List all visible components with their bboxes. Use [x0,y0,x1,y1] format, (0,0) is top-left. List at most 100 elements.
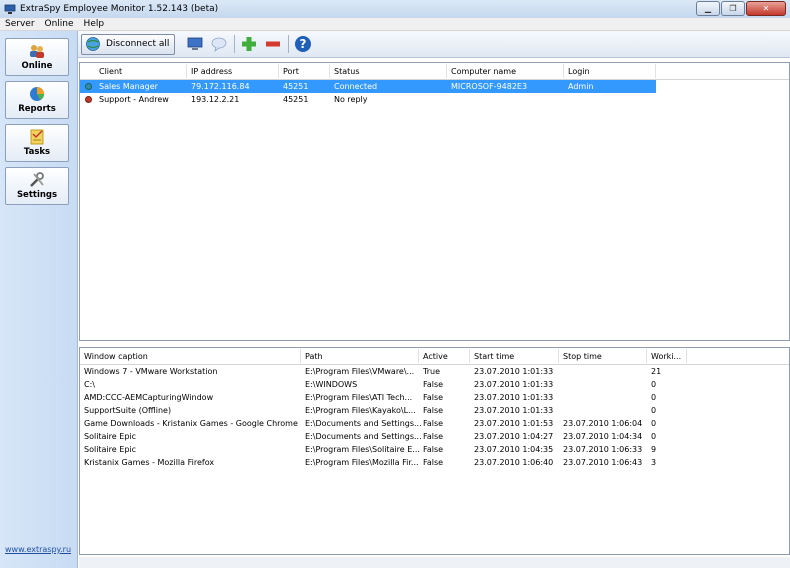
cell-window-caption: C:\ [84,380,95,389]
col-computer-name[interactable]: Computer name [451,67,516,76]
window-row[interactable]: Game Downloads - Kristanix Games - Googl… [80,417,789,430]
window-row[interactable]: AMD:CCC-AEMCapturingWindow E:\Program Fil… [80,391,789,404]
cell-start-time: 23.07.2010 1:01:33 [474,393,554,402]
windows-list: Window caption Path Active Start time St… [79,347,790,555]
cell-window-caption: Kristanix Games - Mozilla Firefox [84,458,215,467]
cell-working: 21 [651,367,662,376]
maximize-button[interactable]: ❐ [721,1,745,16]
svg-text:?: ? [300,37,307,51]
monitor-button[interactable] [185,34,205,54]
clients-header: Client IP address Port Status Computer n… [80,63,789,80]
menu-bar: Server Online Help [0,18,790,31]
chat-bubble-icon [211,37,227,52]
sidebar-item-label: Reports [18,104,56,114]
cell-working: 0 [651,380,657,389]
remove-client-button[interactable] [263,34,283,54]
col-window-caption[interactable]: Window caption [84,352,148,361]
tools-icon [30,172,44,187]
cell-start-time: 23.07.2010 1:01:53 [474,419,554,428]
cell-active: False [423,406,444,415]
cell-active: False [423,445,444,454]
connected-status-icon [85,83,92,90]
window-row[interactable]: Kristanix Games - Mozilla Firefox E:\Prog… [80,456,789,469]
cell-start-time: 23.07.2010 1:06:40 [474,458,554,467]
help-icon: ? [295,36,312,52]
cell-port: 45251 [283,82,309,91]
cell-window-caption: Game Downloads - Kristanix Games - Googl… [84,419,298,428]
cell-active: False [423,432,444,441]
col-client[interactable]: Client [99,67,122,76]
window-row[interactable]: Windows 7 - VMware Workstation E:\Program… [80,365,789,378]
cell-port: 45251 [283,95,309,104]
toolbar: Disconnect all ? [78,31,790,58]
col-active[interactable]: Active [423,352,448,361]
client-row[interactable]: Sales Manager 79.172.116.84 45251 Connected… [80,80,656,93]
cell-path: E:\Program Files\Solitaire E... [305,445,420,454]
window-title: ExtraSpy Employee Monitor 1.52.143 (beta… [20,4,219,14]
col-start-time[interactable]: Start time [474,352,514,361]
window-row[interactable]: Solitaire Epic E:\Documents and Settings.… [80,430,789,443]
message-button[interactable] [209,34,229,54]
website-link[interactable]: www.extraspy.ru [5,545,71,554]
menu-server[interactable]: Server [0,19,40,29]
cell-client: Support - Andrew [99,95,169,104]
cell-path: E:\WINDOWS [305,380,358,389]
cell-stop-time: 23.07.2010 1:06:43 [563,458,643,467]
menu-help[interactable]: Help [79,19,110,29]
close-icon: ✕ [762,4,770,13]
col-working[interactable]: Worki... [651,352,681,361]
col-status[interactable]: Status [334,67,360,76]
tasks-icon [30,129,44,145]
cell-client: Sales Manager [99,82,158,91]
client-row[interactable]: Support - Andrew 193.12.2.21 45251 No reply [80,93,789,106]
col-port[interactable]: Port [283,67,299,76]
cell-start-time: 23.07.2010 1:04:35 [474,445,554,454]
cell-ip: 79.172.116.84 [191,82,250,91]
cell-stop-time: 23.07.2010 1:06:33 [563,445,643,454]
cell-start-time: 23.07.2010 1:01:33 [474,367,554,376]
add-client-button[interactable] [239,34,259,54]
cell-working: 0 [651,419,657,428]
help-button[interactable]: ? [293,34,313,54]
cell-status: Connected [334,82,378,91]
sidebar-item-reports[interactable]: Reports [5,81,69,119]
cell-stop-time: 23.07.2010 1:04:34 [563,432,643,441]
network-icon [86,37,100,51]
minus-icon [266,41,281,47]
cell-window-caption: Solitaire Epic [84,445,137,454]
plus-icon [242,37,257,51]
cell-path: E:\Program Files\ATI Tech... [305,393,413,402]
sidebar-item-tasks[interactable]: Tasks [5,124,69,162]
disconnect-all-button[interactable]: Disconnect all [81,33,176,55]
no-reply-status-icon [85,96,92,103]
col-stop-time[interactable]: Stop time [563,352,602,361]
col-path[interactable]: Path [305,352,323,361]
sidebar-item-label: Tasks [23,147,51,157]
cell-ip: 193.12.2.21 [191,95,240,104]
cell-computer-name: MICROSOF-9482E3 [451,82,528,91]
cell-path: E:\Program Files\Mozilla Fir... [305,458,419,467]
sidebar-item-online[interactable]: Online [5,38,69,76]
toolbar-separator [234,35,236,53]
col-login[interactable]: Login [568,67,590,76]
windows-header: Window caption Path Active Start time St… [80,348,789,365]
menu-online[interactable]: Online [40,19,79,29]
window-row[interactable]: Solitaire Epic E:\Program Files\Solitaire… [80,443,789,456]
cell-working: 3 [651,458,657,467]
minimize-button[interactable]: ▁ [696,1,720,16]
cell-start-time: 23.07.2010 1:04:27 [474,432,554,441]
close-button[interactable]: ✕ [746,1,786,16]
window-row[interactable]: C:\ E:\WINDOWS False 23.07.2010 1:01:33 0 [80,378,789,391]
users-icon [30,45,44,58]
cell-path: E:\Program Files\VMware\... [305,367,415,376]
restore-icon: ❐ [729,4,737,13]
title-bar: ExtraSpy Employee Monitor 1.52.143 (beta… [0,0,790,18]
cell-start-time: 23.07.2010 1:01:33 [474,406,554,415]
window-row[interactable]: SupportSuite (Offline) E:\Program Files\K… [80,404,789,417]
cell-login: Admin [568,82,594,91]
col-ip-address[interactable]: IP address [191,67,232,76]
cell-window-caption: SupportSuite (Offline) [84,406,172,415]
cell-working: 9 [651,445,657,454]
sidebar-item-settings[interactable]: Settings [5,167,69,205]
cell-path: E:\Documents and Settings... [305,419,422,428]
